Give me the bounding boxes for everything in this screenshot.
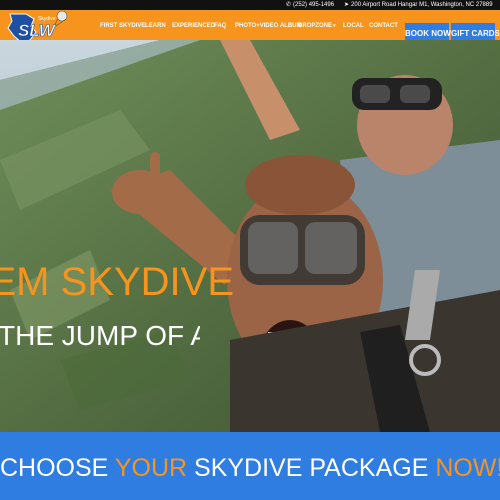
address-info[interactable]: ➤ 200 Airport Road Hangar M1, Washington,…	[344, 0, 493, 10]
nav-item-label: FIRST SKYDIVE	[100, 23, 146, 29]
nav-item-first-skydive[interactable]: FIRST SKYDIVE	[100, 20, 145, 32]
hero-banner: TANDEM SKYDIVE THE JUMP OF A LIFETIME	[0, 40, 500, 432]
hero-subline: THE JUMP OF A LIFETIME	[0, 320, 200, 351]
phone-icon: ✆	[286, 2, 292, 8]
hero-skydiver-photo	[0, 40, 500, 432]
nav-item-label: LOCAL	[343, 23, 364, 29]
nav-item-label: FAQ	[214, 23, 227, 29]
phone-info[interactable]: ✆ (252) 495-1496	[286, 0, 334, 10]
main-navbar: Skydive SLW FIRST SKYDIVE LEARN EXPERIENCE…	[0, 10, 500, 45]
nav-item-label: PHOTO+VIDEO ALBUM	[235, 23, 302, 29]
location-arrow-icon: ➤	[344, 2, 350, 8]
nav-item-label: EXPERIENCED	[172, 23, 216, 29]
hero-headline-wrap: TANDEM SKYDIVE	[0, 260, 244, 310]
cta-text[interactable]: CHOOSE YOUR SKYDIVE PACKAGE NOW!	[0, 454, 500, 483]
nav-item-experienced[interactable]: EXPERIENCED	[172, 20, 215, 32]
nav-item-learn[interactable]: LEARN	[145, 20, 166, 32]
cta-part2: SKYDIVE PACKAGE	[187, 454, 436, 482]
nav-item-faq[interactable]: FAQ	[214, 20, 226, 32]
nav-item-label: DROPZONE	[298, 23, 333, 29]
address-text[interactable]: 200 Airport Road Hangar M1, Washington, …	[351, 2, 493, 8]
caret-down-icon: ▾	[333, 23, 336, 29]
logo-text: SLW	[18, 21, 57, 40]
cta-part1: CHOOSE	[0, 454, 115, 482]
nav-item-label: CONTACT	[369, 23, 398, 29]
nav-item-label: LEARN	[145, 23, 166, 29]
nav-item-local[interactable]: LOCAL	[343, 20, 364, 32]
cta-highlight-now: NOW!	[435, 454, 500, 482]
nav-item-contact[interactable]: CONTACT	[369, 20, 398, 32]
site-logo[interactable]: Skydive SLW	[4, 10, 76, 44]
nav-item-photo-video-album[interactable]: PHOTO+VIDEO ALBUM	[235, 20, 302, 32]
phone-number[interactable]: (252) 495-1496	[293, 2, 334, 8]
cta-highlight-your: YOUR	[114, 454, 188, 482]
choose-package-cta[interactable]: CHOOSE YOUR SKYDIVE PACKAGE NOW!	[0, 432, 500, 500]
top-info-bar: ✆ (252) 495-1496 ➤ 200 Airport Road Hangar…	[0, 0, 500, 10]
hero-headline: TANDEM SKYDIVE	[0, 260, 234, 304]
nav-item-dropzone[interactable]: DROPZONE▾	[298, 20, 336, 32]
hero-subline-wrap: THE JUMP OF A LIFETIME	[0, 320, 200, 360]
